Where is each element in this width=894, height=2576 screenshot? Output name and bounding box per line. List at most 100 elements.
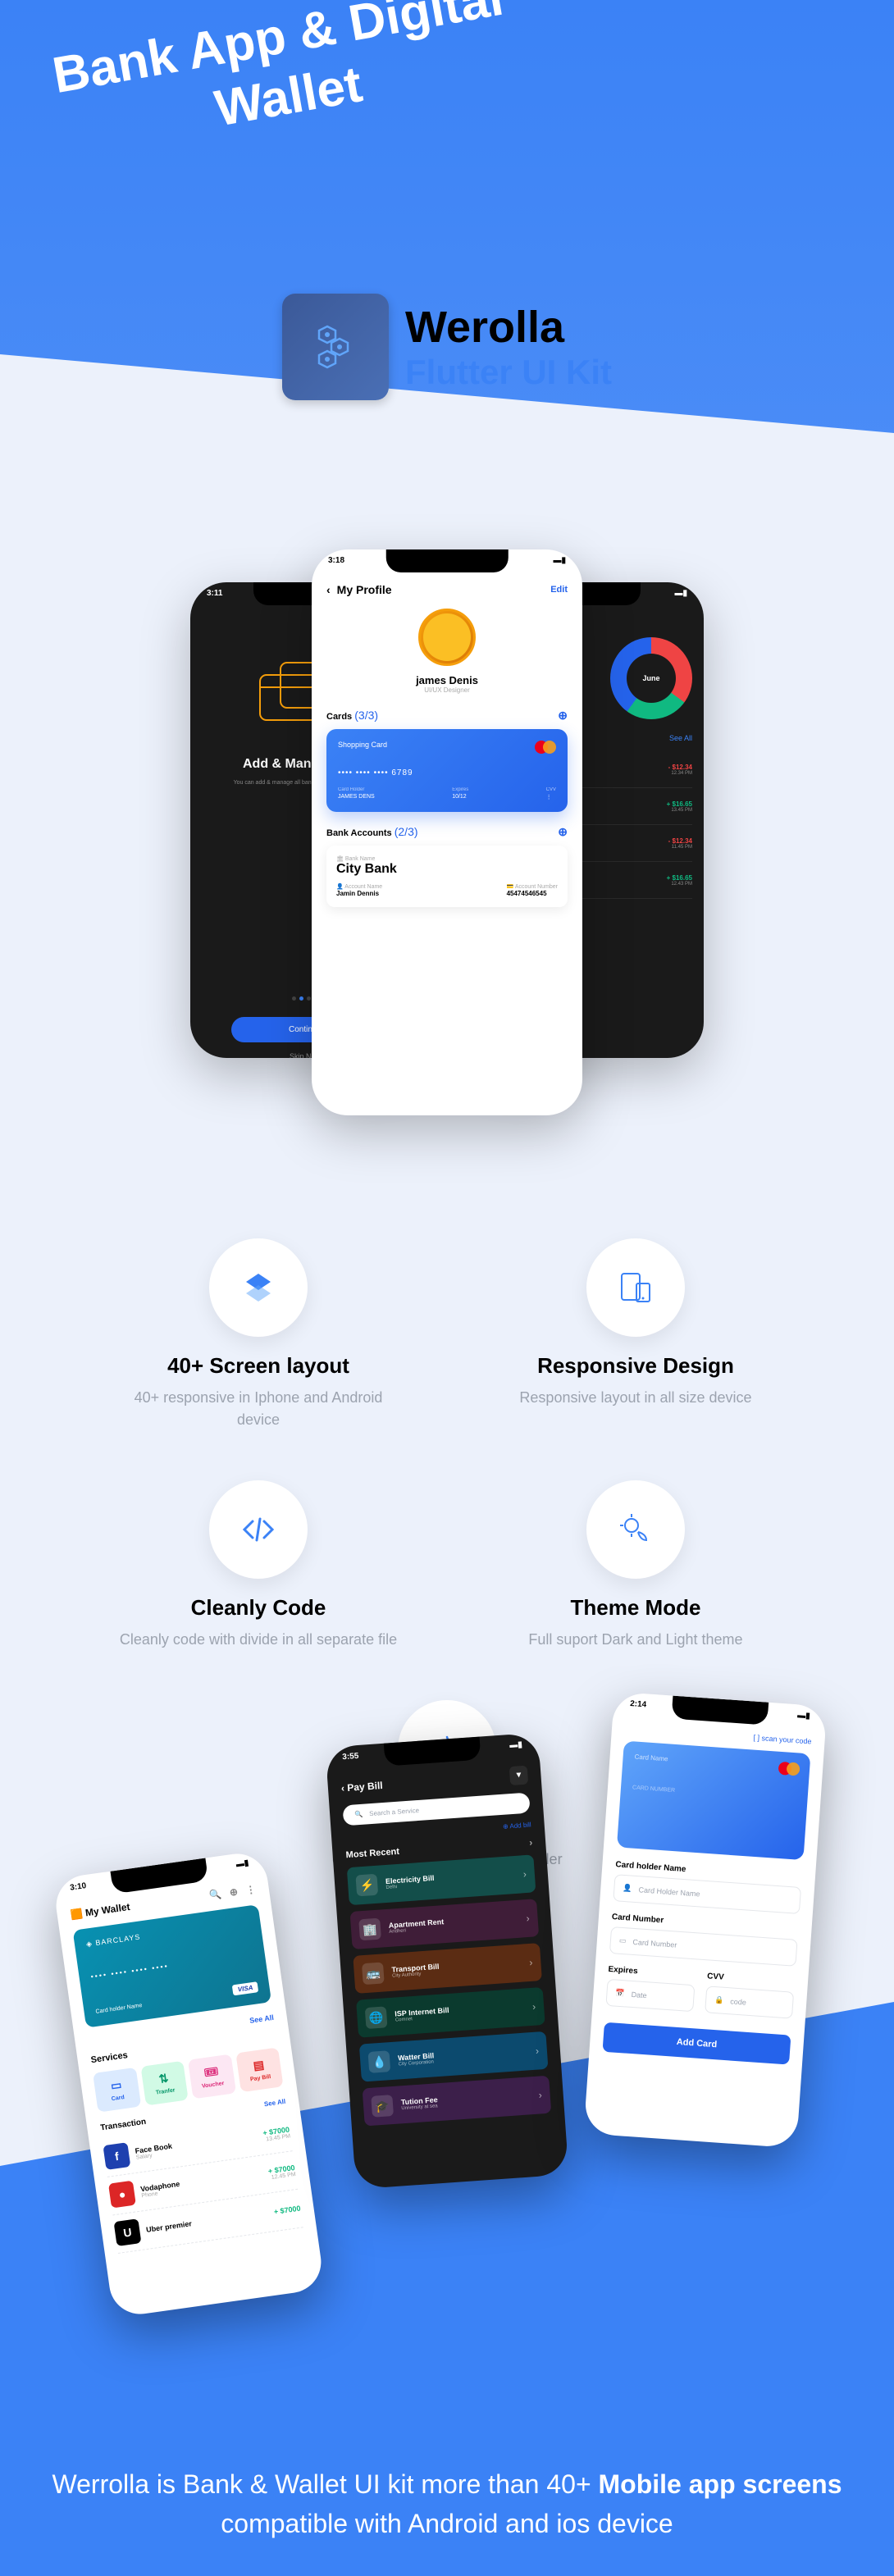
- phone-paybill: 3:55▬▮ ‹ Pay Bill ▼ 🔍 Search a Service ⊕…: [325, 1733, 568, 2190]
- feature-title: Cleanly Code: [119, 1595, 398, 1621]
- holder-placeholder: Card Holder Name: [638, 1885, 700, 1898]
- feature-icon: [209, 1238, 308, 1337]
- service-chip[interactable]: ⇅ Tranfer: [140, 2061, 189, 2106]
- card-icon: ▭: [619, 1936, 627, 1946]
- visa-card[interactable]: ◈ BARCLAYS •••• •••• •••• •••• Card hold…: [73, 1904, 271, 2028]
- donut-chart[interactable]: June: [610, 637, 692, 719]
- back-icon[interactable]: ‹: [340, 1782, 344, 1794]
- cvv-label: CVV: [707, 1972, 796, 1986]
- barclays-label: ◈ BARCLAYS: [85, 1917, 249, 1949]
- expires-input[interactable]: 📅Date: [605, 1979, 695, 2012]
- lock-icon: 🔒: [714, 1995, 724, 2005]
- more-icon[interactable]: ⋮: [245, 1883, 257, 1896]
- bill-info: Electricity Bill Delhi: [385, 1868, 516, 1890]
- service-chip[interactable]: ▭ Card: [93, 2068, 141, 2113]
- tx-amt: + $7000 12.45 PM: [267, 2163, 296, 2181]
- brand-icon: [282, 294, 389, 400]
- feature: 40+ Screen layout 40+ responsive in Ipho…: [119, 1238, 398, 1431]
- bill-item[interactable]: 🏢 Apartment Rent Andheri ›: [350, 1899, 540, 1949]
- bill-info: Watter Bill City Corporation: [398, 2045, 528, 2067]
- cvv-input[interactable]: 🔒 code: [705, 1986, 794, 2018]
- accnum-label: 💳 Account Number: [507, 883, 558, 890]
- add-bank-icon[interactable]: ⊕: [558, 825, 568, 839]
- service-icon: ▤: [239, 2056, 277, 2075]
- bill-item[interactable]: ⚡ Electricity Bill Delhi ›: [347, 1854, 536, 1905]
- service-chip[interactable]: 🎟 Voucher: [188, 2054, 236, 2100]
- cards-count: (3/3): [354, 709, 378, 722]
- card-preview: Card Name CARD NUMBER: [617, 1741, 811, 1861]
- acc-name: Jamin Dennis: [336, 890, 382, 897]
- dot[interactable]: [292, 996, 296, 1001]
- dot[interactable]: [307, 996, 311, 1001]
- tx-info: Uber premier: [146, 2209, 268, 2234]
- see-all[interactable]: See All: [249, 2013, 275, 2025]
- chevron-icon: ›: [529, 1957, 533, 1968]
- service-label: Card: [99, 2093, 136, 2104]
- bill-item[interactable]: 🚌 Transport Bill City Authority ›: [353, 1943, 542, 1994]
- tx-time: 13.45 PM: [667, 808, 692, 813]
- tx-icon: U: [114, 2218, 142, 2246]
- cvv-label: CVV: [546, 787, 556, 792]
- feature-title: Responsive Design: [496, 1353, 775, 1379]
- bank-card[interactable]: 🏛 Bank Name City Bank 👤 Account Name Jam…: [326, 846, 568, 907]
- bill-item[interactable]: 🌐 ISP Internet Bill Comnet ›: [356, 1987, 545, 2038]
- tx-title: Transaction: [100, 2118, 147, 2133]
- tx-list: f Face Book Salary + $7000 13.45 PM ● Vo…: [102, 2113, 303, 2254]
- search-input[interactable]: 🔍 Search a Service: [342, 1793, 530, 1826]
- see-all[interactable]: See All: [669, 734, 692, 743]
- add-card-button[interactable]: Add Card: [602, 2022, 791, 2065]
- holder-label: Card holder Name: [95, 2003, 143, 2015]
- hero-title: Bank App & Digital Wallet: [30, 0, 536, 171]
- bill-item[interactable]: 🎓 Tution Fee University at sea ›: [363, 2076, 552, 2127]
- feature-desc: Responsive layout in all size device: [496, 1387, 775, 1409]
- back-icon[interactable]: ‹: [326, 583, 331, 596]
- tx-value: + $16.65: [667, 800, 692, 808]
- feature: Responsive Design Responsive layout in a…: [496, 1238, 775, 1431]
- see-all[interactable]: See All: [263, 2098, 286, 2110]
- signal-icon: ▬▮: [509, 1740, 522, 1750]
- service-label: Pay Bill: [242, 2073, 279, 2084]
- wallet-title-text: My Wallet: [84, 1901, 130, 1919]
- tx-amt: - $12.34 11.45 PM: [668, 837, 692, 850]
- bill-item[interactable]: 💧 Watter Bill City Corporation ›: [359, 2031, 549, 2082]
- hex-icon: [307, 318, 364, 376]
- search-icon[interactable]: 🔍: [208, 1888, 222, 1901]
- bill-icon: 🌐: [365, 2006, 388, 2029]
- feature-title: 40+ Screen layout: [119, 1353, 398, 1379]
- pb-header: ‹ Pay Bill ▼: [340, 1766, 528, 1798]
- footer-text: Werrolla is Bank & Wallet UI kit more th…: [0, 2464, 894, 2543]
- filter-icon[interactable]: ▼: [509, 1766, 528, 1785]
- donut-month: June: [642, 674, 659, 682]
- globe-icon[interactable]: ⊕: [229, 1885, 239, 1898]
- phone-shell: 2:14▬▮ [ ] scan your code Card Name CARD…: [583, 1692, 827, 2149]
- bill-info: Transport Bill City Authority: [391, 1957, 522, 1979]
- hero: Bank App & Digital Wallet Werolla Flutte…: [0, 0, 894, 590]
- signal-icon: ▬▮: [797, 1711, 810, 1721]
- chevron-icon[interactable]: ›: [529, 1836, 533, 1848]
- holder-field: Card HolderJAMES DENS: [338, 787, 375, 800]
- credit-card[interactable]: Shopping Card •••• •••• •••• 6789 Card H…: [326, 729, 568, 812]
- profile-content: ‹ My Profile Edit james Denis UI/UX Desi…: [312, 568, 582, 922]
- tx-time: 11.45 PM: [668, 845, 692, 850]
- edit-button[interactable]: Edit: [550, 585, 568, 595]
- acc-label: 👤 Account Name: [336, 883, 382, 890]
- mastercard-icon: [535, 741, 556, 754]
- time: 2:14: [630, 1699, 647, 1709]
- tx-value: - $12.34: [668, 764, 692, 771]
- avatar[interactable]: [418, 609, 476, 666]
- time: 3:18: [328, 556, 344, 565]
- tx-info: Face Book Salary: [135, 2130, 258, 2161]
- dot-active[interactable]: [299, 996, 303, 1001]
- feature-desc: Cleanly code with divide in all separate…: [119, 1629, 398, 1651]
- add-card-icon[interactable]: ⊕: [558, 709, 568, 723]
- cards-title: Cards (3/3): [326, 709, 378, 723]
- service-chip[interactable]: ▤ Pay Bill: [235, 2047, 284, 2092]
- profile-title-text: My Profile: [337, 583, 392, 596]
- bill-info: ISP Internet Bill Comnet: [395, 2001, 525, 2023]
- tx-icon: f: [103, 2142, 130, 2170]
- tx-amt: + $16.65 12.43 PM: [667, 874, 692, 887]
- bank-count: (2/3): [395, 825, 418, 838]
- cvv-placeholder: code: [730, 1997, 746, 2006]
- time: 3:10: [70, 1881, 87, 1893]
- paybill-content: ‹ Pay Bill ▼ 🔍 Search a Service ⊕ Add bi…: [326, 1752, 566, 2147]
